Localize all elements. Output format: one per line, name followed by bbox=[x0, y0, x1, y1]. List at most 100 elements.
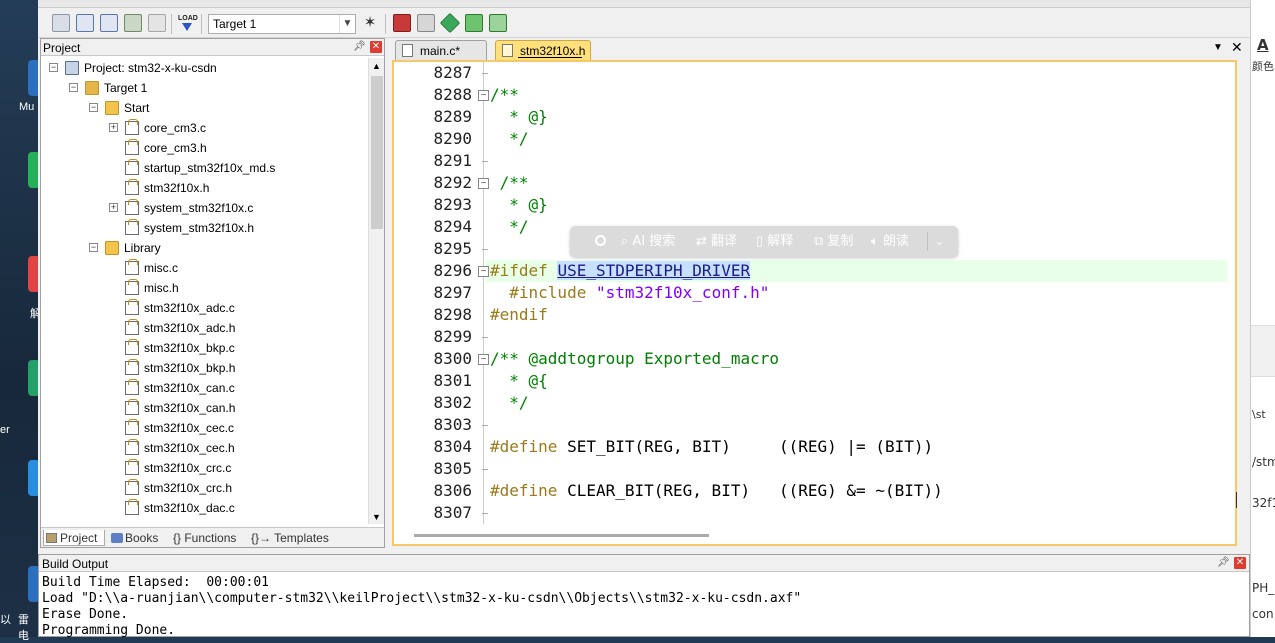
rebuild-icon[interactable] bbox=[100, 14, 118, 32]
close-icon[interactable]: ✕ bbox=[370, 41, 382, 53]
tree-item[interactable]: system_stm32f10x.h bbox=[144, 218, 254, 238]
file-icon bbox=[125, 259, 139, 275]
tree-item[interactable]: stm32f10x_can.h bbox=[144, 398, 235, 418]
file-icon bbox=[125, 399, 139, 415]
tree-item[interactable]: core_cm3.h bbox=[144, 138, 207, 158]
code-line: */ bbox=[490, 216, 528, 238]
tree-item[interactable]: stm32f10x_adc.h bbox=[144, 318, 235, 338]
tree-item[interactable]: stm32f10x_cec.c bbox=[144, 418, 234, 438]
pin-icon[interactable]: 📌︎ bbox=[1217, 557, 1230, 568]
editor-tabs: main.c* stm32f10x.h ▼ ✕ bbox=[391, 38, 1248, 60]
fold-toggle-icon[interactable]: − bbox=[478, 178, 489, 189]
desktop-strip: Mu 解 er 以 雷电 bbox=[0, 0, 41, 642]
tree-item[interactable]: stm32f10x_bkp.c bbox=[144, 338, 235, 358]
copy-button[interactable]: ⧉ 复制 bbox=[814, 226, 853, 257]
batch-build-icon[interactable] bbox=[124, 14, 142, 32]
project-panel-header: Project 📌︎ ✕ bbox=[41, 39, 384, 56]
code-token: /** bbox=[490, 173, 529, 192]
expand-icon[interactable]: + bbox=[109, 123, 118, 132]
close-icon[interactable]: ✕ bbox=[1234, 557, 1246, 569]
text-cursor bbox=[1236, 492, 1237, 508]
desktop-label: 雷电 bbox=[18, 614, 29, 642]
pack-installer-icon[interactable] bbox=[465, 14, 483, 32]
tab-main-c[interactable]: main.c* bbox=[395, 40, 487, 60]
tree-item[interactable]: startup_stm32f10x_md.s bbox=[144, 158, 275, 178]
fold-toggle-icon[interactable]: − bbox=[478, 266, 489, 277]
file-extensions-icon[interactable] bbox=[417, 14, 435, 32]
scroll-thumb[interactable] bbox=[414, 534, 709, 537]
horizontal-scrollbar[interactable] bbox=[394, 526, 1235, 544]
code-token: * @} bbox=[490, 107, 548, 126]
read-aloud-button[interactable]: 🔈︎ 朗读 bbox=[871, 226, 909, 257]
pin-icon[interactable]: 📌︎ bbox=[353, 41, 366, 52]
line-number: 8289 bbox=[433, 107, 472, 126]
tree-item[interactable]: stm32f10x.h bbox=[144, 178, 209, 198]
popup-separator bbox=[927, 232, 928, 251]
tree-scrollbar[interactable]: ▲ ▼ bbox=[368, 58, 384, 524]
tree-item[interactable]: stm32f10x_bkp.h bbox=[144, 358, 235, 378]
tree-item[interactable]: misc.h bbox=[144, 278, 179, 298]
panel-band bbox=[1251, 325, 1275, 377]
tab-books[interactable]: Books bbox=[109, 530, 158, 546]
collapse-icon[interactable]: − bbox=[89, 243, 98, 252]
explain-button[interactable]: ▯ 解释 bbox=[756, 226, 793, 257]
tree-item[interactable]: Target 1 bbox=[104, 78, 147, 98]
chevron-down-icon[interactable]: ▼ bbox=[1213, 42, 1223, 53]
tree-item[interactable]: Start bbox=[124, 98, 149, 118]
tree-item[interactable]: Library bbox=[124, 238, 161, 258]
tab-functions[interactable]: {} Functions bbox=[171, 530, 236, 546]
ai-search-button[interactable]: ⌕ AI 搜索 bbox=[621, 226, 675, 257]
tree-item[interactable]: stm32f10x_can.c bbox=[144, 378, 235, 398]
build-icon[interactable] bbox=[76, 14, 94, 32]
tree-item[interactable]: system_stm32f10x.c bbox=[144, 198, 253, 218]
tree-item[interactable]: stm32f10x_crc.c bbox=[144, 458, 231, 478]
run-env-icon[interactable] bbox=[439, 12, 461, 34]
tree-item[interactable]: stm32f10x_crc.h bbox=[144, 478, 232, 498]
line-number: 8296 bbox=[433, 261, 472, 280]
translate-icon[interactable] bbox=[52, 14, 70, 32]
expand-icon[interactable]: + bbox=[109, 203, 118, 212]
keil-window: LOAD Target 1 ▼ ✶ Project 📌︎ ✕ − Project:… bbox=[38, 0, 1250, 638]
stop-build-icon[interactable] bbox=[148, 14, 166, 32]
select-packs-icon[interactable] bbox=[489, 14, 507, 32]
line-number: 8299 bbox=[433, 327, 472, 346]
tree-item[interactable]: stm32f10x_cec.h bbox=[144, 438, 235, 458]
fold-toggle-icon[interactable]: − bbox=[478, 354, 489, 365]
collapse-icon[interactable]: − bbox=[69, 83, 78, 92]
file-icon bbox=[402, 44, 413, 57]
collapse-icon[interactable]: − bbox=[49, 63, 58, 72]
tab-templates[interactable]: {}→ Templates bbox=[249, 530, 329, 546]
font-color-button[interactable]: A bbox=[1257, 36, 1269, 54]
tree-item[interactable]: stm32f10x_adc.c bbox=[144, 298, 235, 318]
line-number: 8292 bbox=[433, 173, 472, 192]
target-value: Target 1 bbox=[213, 17, 257, 31]
target-select[interactable]: Target 1 ▼ bbox=[208, 14, 356, 34]
line-number: 8301 bbox=[433, 371, 472, 390]
tree-item[interactable]: Project: stm32-x-ku-csdn bbox=[84, 58, 217, 78]
tree-item[interactable]: misc.c bbox=[144, 258, 178, 278]
options-wand-icon[interactable]: ✶ bbox=[361, 14, 379, 32]
scroll-up-icon[interactable]: ▲ bbox=[372, 61, 381, 71]
close-icon[interactable]: ✕ bbox=[1231, 39, 1243, 56]
translate-button[interactable]: ⇄ 翻译 bbox=[696, 226, 737, 257]
download-icon[interactable]: LOAD bbox=[178, 14, 198, 32]
code-token: SET_BIT(REG, BIT) ((REG) |= (BIT)) bbox=[567, 437, 934, 456]
file-icon bbox=[125, 279, 139, 295]
tree-item[interactable]: stm32f10x_dac.c bbox=[144, 498, 235, 518]
chevron-down-icon[interactable]: ⌄ bbox=[935, 226, 944, 257]
collapse-icon[interactable]: − bbox=[89, 103, 98, 112]
scroll-thumb[interactable] bbox=[371, 76, 383, 229]
read-aloud-label: 朗读 bbox=[882, 234, 909, 249]
code-editor[interactable]: 8287 8288 8289 8290 8291 8292 8293 8294 8295 8296… bbox=[392, 60, 1237, 546]
file-icon bbox=[125, 479, 139, 495]
file-icon bbox=[125, 359, 139, 375]
tab-project[interactable]: Project bbox=[43, 530, 105, 546]
project-panel-tabs: Project Books {} Functions {}→ Templates bbox=[41, 527, 384, 547]
file-icon bbox=[125, 299, 139, 315]
tree-item[interactable]: core_cm3.c bbox=[144, 118, 206, 138]
manage-components-icon[interactable] bbox=[393, 14, 411, 32]
scroll-down-icon[interactable]: ▼ bbox=[372, 512, 381, 522]
app-logo-icon bbox=[595, 226, 609, 257]
fold-toggle-icon[interactable]: − bbox=[478, 90, 489, 101]
tab-stm32f10x-h[interactable]: stm32f10x.h bbox=[495, 40, 591, 60]
